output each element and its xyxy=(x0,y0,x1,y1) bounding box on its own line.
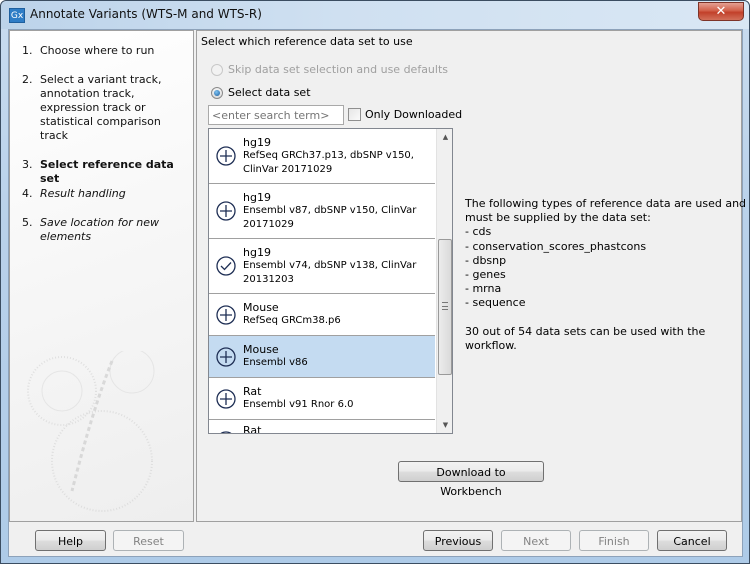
next-button[interactable]: Next xyxy=(501,530,571,551)
download-to-workbench-button[interactable]: Download to Workbench xyxy=(398,461,544,498)
list-item[interactable]: Mouse RefSeq GRCm38.p6 xyxy=(209,294,435,336)
scroll-up-arrow-icon[interactable]: ▲ xyxy=(437,129,452,145)
close-button[interactable]: ✕ xyxy=(698,2,744,21)
plus-circle-icon[interactable] xyxy=(216,389,236,409)
title-bar[interactable]: Gx Annotate Variants (WTS-M and WTS-R) ✕ xyxy=(1,1,749,29)
list-item[interactable]: Rat Ensembl v91 Rnor 6.0 xyxy=(209,378,435,420)
list-item[interactable]: hg19 Ensembl v74, dbSNP v138, ClinVar 20… xyxy=(209,239,435,294)
only-downloaded-checkbox[interactable] xyxy=(348,108,361,121)
list-item[interactable]: hg19 Ensembl v87, dbSNP v150, ClinVar 20… xyxy=(209,184,435,239)
reset-button[interactable]: Reset xyxy=(113,530,184,551)
reference-data-panel: Select which reference data set to use S… xyxy=(196,30,747,522)
info-type-item: - cds xyxy=(465,225,492,239)
step-label: Choose where to run xyxy=(40,44,155,57)
cancel-button[interactable]: Cancel xyxy=(657,530,727,551)
step-label: Select reference data set xyxy=(40,158,174,185)
window-title: Annotate Variants (WTS-M and WTS-R) xyxy=(30,7,262,21)
data-set-name: hg19 xyxy=(243,136,271,149)
data-set-description: Ensembl v86 xyxy=(243,357,308,368)
select-data-set-option[interactable]: Select data set xyxy=(211,86,311,99)
data-set-description: Ensembl v91 Rnor 6.0 xyxy=(243,399,354,410)
only-downloaded-option[interactable]: Only Downloaded xyxy=(348,108,462,121)
grip-icon xyxy=(442,302,448,310)
wizard-steps-panel: 1. Choose where to run 2. Select a varia… xyxy=(9,30,194,522)
plus-circle-icon[interactable] xyxy=(216,305,236,325)
data-set-description: Ensembl v87, dbSNP v150, ClinVar 2017102… xyxy=(243,205,417,230)
data-set-description: RefSeq GRCh37.p13, dbSNP v150, ClinVar 2… xyxy=(243,150,414,175)
close-icon: ✕ xyxy=(715,4,727,19)
data-set-list[interactable]: hg19 RefSeq GRCh37.p13, dbSNP v150, Clin… xyxy=(208,128,453,434)
binary-swirl-watermark-icon xyxy=(27,351,155,512)
scroll-thumb[interactable] xyxy=(438,239,452,375)
data-set-name: Rat xyxy=(243,385,262,398)
info-intro: The following types of reference data ar… xyxy=(465,197,747,225)
list-item-selected[interactable]: Mouse Ensembl v86 xyxy=(209,336,435,378)
data-set-name: Mouse xyxy=(243,301,279,314)
finish-button[interactable]: Finish xyxy=(579,530,649,551)
plus-circle-icon[interactable] xyxy=(216,347,236,367)
step-number: 3. xyxy=(22,158,33,171)
step-number: 2. xyxy=(22,73,33,86)
list-scrollbar[interactable]: ▲ ▼ xyxy=(436,129,452,433)
data-set-description: RefSeq GRCm38.p6 xyxy=(243,315,341,326)
app-logo-icon: Gx xyxy=(9,8,25,23)
scroll-down-arrow-icon[interactable]: ▼ xyxy=(437,417,452,433)
reference-data-info: The following types of reference data ar… xyxy=(465,197,747,353)
help-button[interactable]: Help xyxy=(35,530,106,551)
dialog-window: Gx Annotate Variants (WTS-M and WTS-R) ✕… xyxy=(0,0,750,564)
step-label: Result handling xyxy=(40,187,126,200)
select-data-set-radio[interactable] xyxy=(211,86,223,99)
skip-data-set-label: Skip data set selection and use defaults xyxy=(228,63,448,76)
step-number: 5. xyxy=(22,216,33,229)
select-data-set-label[interactable]: Select data set xyxy=(228,86,311,99)
info-summary: 30 out of 54 data sets can be used with … xyxy=(465,324,706,352)
list-item[interactable]: Rat xyxy=(209,420,435,434)
step-label: Save location for new elements xyxy=(40,216,159,243)
data-set-name: hg19 xyxy=(243,191,271,204)
previous-button[interactable]: Previous xyxy=(423,530,493,551)
step-number: 4. xyxy=(22,187,33,200)
search-input[interactable] xyxy=(208,105,344,125)
plus-circle-icon[interactable] xyxy=(216,201,236,221)
info-type-item: - sequence xyxy=(465,296,526,310)
skip-data-set-radio xyxy=(211,63,223,76)
info-type-item: - genes xyxy=(465,268,506,282)
list-item[interactable]: hg19 RefSeq GRCh37.p13, dbSNP v150, Clin… xyxy=(209,129,435,184)
only-downloaded-label[interactable]: Only Downloaded xyxy=(365,108,462,121)
skip-data-set-option: Skip data set selection and use defaults xyxy=(211,63,448,76)
data-set-description: Ensembl v74, dbSNP v138, ClinVar 2013120… xyxy=(243,260,417,285)
info-type-item: - dbsnp xyxy=(465,253,507,267)
dialog-body: 1. Choose where to run 2. Select a varia… xyxy=(8,29,747,557)
plus-circle-icon[interactable] xyxy=(216,146,236,166)
data-set-name: Rat xyxy=(243,424,262,434)
info-type-item: - mrna xyxy=(465,282,502,296)
step-label: Select a variant track, annotation track… xyxy=(40,73,162,142)
data-set-name: hg19 xyxy=(243,246,271,259)
plus-circle-icon[interactable] xyxy=(216,431,236,434)
data-set-name: Mouse xyxy=(243,343,279,356)
step-number: 1. xyxy=(22,44,33,57)
section-title: Select which reference data set to use xyxy=(201,35,413,48)
check-circle-icon xyxy=(216,256,236,276)
info-type-item: - conservation_scores_phastcons xyxy=(465,239,647,253)
